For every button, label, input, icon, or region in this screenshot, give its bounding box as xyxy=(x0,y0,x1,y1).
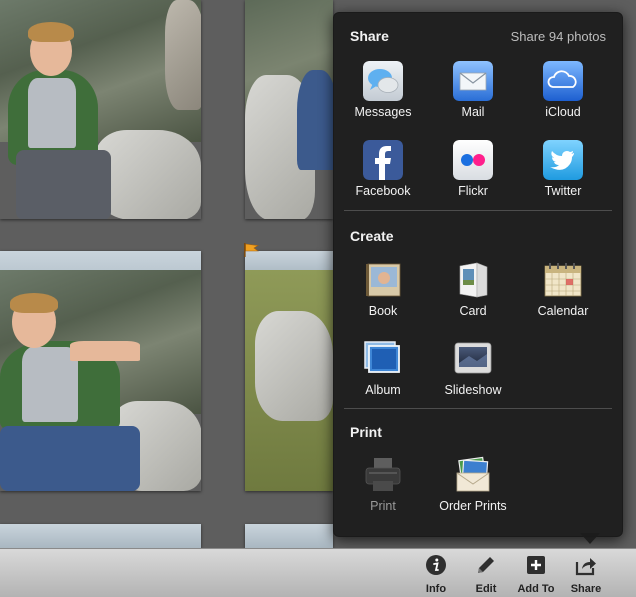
flickr-icon xyxy=(453,140,493,180)
section-divider xyxy=(344,210,612,211)
print-item-label: Order Prints xyxy=(439,499,507,513)
photo-thumbnail[interactable] xyxy=(245,251,333,491)
photo-thumbnail[interactable] xyxy=(0,251,201,491)
section-divider xyxy=(344,408,612,409)
printer-icon xyxy=(365,458,401,491)
create-section-title: Create xyxy=(350,228,394,244)
info-label: Info xyxy=(425,583,447,595)
facebook-icon xyxy=(363,140,403,180)
create-slideshow-button[interactable]: Slideshow xyxy=(433,339,513,397)
messages-icon xyxy=(363,61,403,101)
calendar-icon xyxy=(544,263,582,297)
pencil-icon xyxy=(478,557,494,573)
share-label: Share xyxy=(570,583,602,595)
create-item-label: Slideshow xyxy=(444,383,502,397)
info-icon xyxy=(426,555,446,575)
twitter-icon xyxy=(543,140,583,180)
create-item-label: Book xyxy=(368,304,398,318)
bottom-toolbar: Info Edit Add To Share xyxy=(0,548,636,597)
create-item-label: Album xyxy=(365,383,401,397)
share-mail-button[interactable]: Mail xyxy=(433,61,513,119)
print-item-label: Print xyxy=(370,499,396,513)
share-icon xyxy=(575,558,596,576)
photo-thumbnail[interactable] xyxy=(245,0,333,219)
create-book-button[interactable]: Book xyxy=(343,260,423,318)
share-item-label: Flickr xyxy=(458,184,488,198)
popover-arrow xyxy=(580,533,600,544)
share-twitter-button[interactable]: Twitter xyxy=(523,140,603,198)
share-flickr-button[interactable]: Flickr xyxy=(433,140,513,198)
share-popover: Share Share 94 photos Messages Mail iClo… xyxy=(333,12,623,537)
share-section-title: Share xyxy=(350,28,389,44)
share-facebook-button[interactable]: Facebook xyxy=(343,140,423,198)
mail-icon xyxy=(453,61,493,101)
order-prints-button[interactable]: Order Prints xyxy=(433,455,513,513)
share-count: Share 94 photos xyxy=(510,29,606,44)
share-messages-button[interactable]: Messages xyxy=(343,61,423,119)
share-item-label: Messages xyxy=(354,105,412,119)
flag-icon xyxy=(244,243,259,257)
icloud-icon xyxy=(543,61,583,101)
print-section-title: Print xyxy=(350,424,382,440)
create-item-label: Card xyxy=(459,304,487,318)
photo-thumbnail[interactable] xyxy=(0,0,201,219)
photo-thumbnail[interactable] xyxy=(0,524,201,548)
print-button[interactable]: Print xyxy=(343,455,423,513)
order-prints-icon xyxy=(456,456,490,492)
edit-button[interactable]: Edit xyxy=(458,553,514,595)
photo-thumbnail[interactable] xyxy=(245,524,333,548)
share-icloud-button[interactable]: iCloud xyxy=(523,61,603,119)
share-item-label: Twitter xyxy=(544,184,582,198)
album-icon xyxy=(364,341,400,373)
info-button[interactable]: Info xyxy=(408,553,464,595)
add-to-button[interactable]: Add To xyxy=(508,553,564,595)
share-item-label: Facebook xyxy=(355,184,411,198)
create-album-button[interactable]: Album xyxy=(343,339,423,397)
create-calendar-button[interactable]: Calendar xyxy=(523,260,603,318)
edit-label: Edit xyxy=(475,583,497,595)
share-item-label: Mail xyxy=(461,105,485,119)
book-icon xyxy=(366,263,401,297)
share-item-label: iCloud xyxy=(545,105,581,119)
card-icon xyxy=(459,262,488,298)
slideshow-icon xyxy=(454,342,492,374)
add-icon xyxy=(527,556,545,574)
add-to-label: Add To xyxy=(517,583,555,595)
share-button[interactable]: Share xyxy=(558,553,614,595)
create-card-button[interactable]: Card xyxy=(433,260,513,318)
create-item-label: Calendar xyxy=(537,304,589,318)
